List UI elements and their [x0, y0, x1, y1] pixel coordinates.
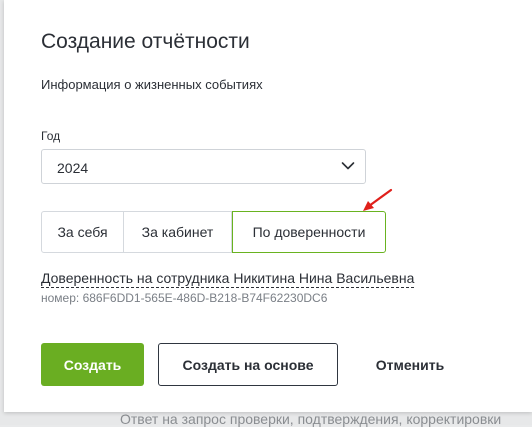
dialog-title: Создание отчётности: [41, 30, 250, 53]
create-based-on-button[interactable]: Создать на основе: [158, 343, 338, 386]
create-report-dialog: Создание отчётности Информация о жизненн…: [4, 0, 532, 412]
representation-segmented-control: За себя За кабинет По доверенности: [41, 211, 386, 253]
segment-for-self[interactable]: За себя: [41, 211, 124, 253]
segment-for-cabinet[interactable]: За кабинет: [124, 211, 232, 253]
chevron-down-icon: [341, 162, 355, 170]
annotation-arrow-icon: [363, 188, 393, 211]
year-select[interactable]: 2024: [41, 149, 366, 184]
proxy-number: номер: 686F6DD1-565E-486D-B218-B74F62230…: [41, 291, 328, 305]
proxy-link[interactable]: Доверенность на сотрудника Никитина Нина…: [41, 270, 415, 288]
year-label: Год: [41, 129, 61, 143]
cancel-button[interactable]: Отменить: [360, 343, 460, 386]
create-button[interactable]: Создать: [41, 343, 144, 386]
dialog-subtitle: Информация о жизненных событиях: [41, 77, 263, 92]
segment-by-proxy[interactable]: По доверенности: [232, 211, 386, 253]
year-select-value: 2024: [57, 160, 89, 176]
